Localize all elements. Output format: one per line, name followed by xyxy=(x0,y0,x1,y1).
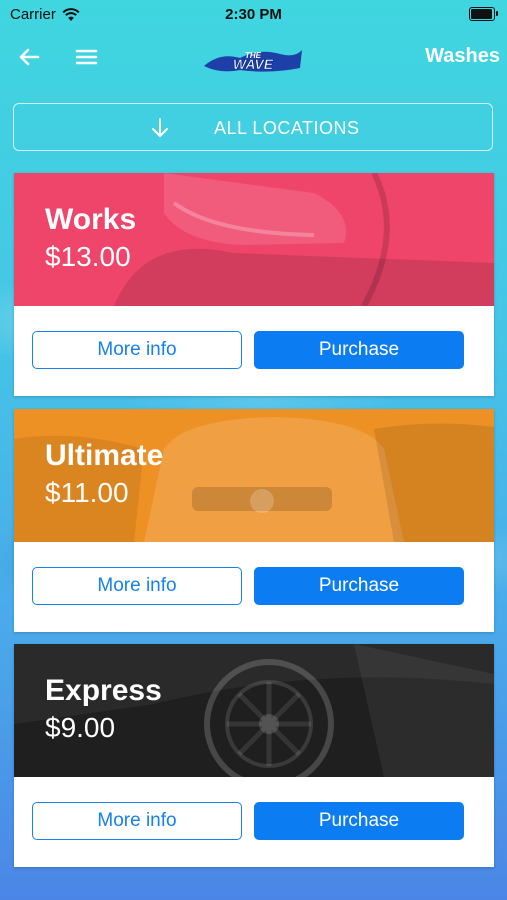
all-locations-label: ALL LOCATIONS xyxy=(214,118,360,138)
wash-price: $9.00 xyxy=(45,712,116,743)
purchase-button[interactable]: Purchase xyxy=(254,567,464,605)
car-photo-overlay xyxy=(14,644,494,777)
wash-card-ultimate: Ultimate $11.00 More info Purchase xyxy=(14,409,494,632)
more-info-button[interactable]: More info xyxy=(32,802,242,840)
the-wave-logo: THE WAVE xyxy=(204,50,302,72)
clock: 2:30 PM xyxy=(225,6,282,23)
wash-price: $11.00 xyxy=(45,477,129,508)
arrow-down-icon xyxy=(152,118,168,137)
battery-icon xyxy=(469,7,498,21)
wash-name: Express xyxy=(45,674,162,707)
all-locations-button[interactable]: ALL LOCATIONS xyxy=(13,103,493,151)
purchase-button[interactable]: Purchase xyxy=(254,331,464,369)
card-hero: Express $9.00 xyxy=(14,644,494,777)
wash-name: Ultimate xyxy=(45,439,164,472)
card-hero: Ultimate $11.00 xyxy=(14,409,494,542)
wash-name: Works xyxy=(45,203,137,236)
svg-text:WAVE: WAVE xyxy=(233,56,274,72)
wash-price: $13.00 xyxy=(45,241,131,272)
car-photo-overlay xyxy=(14,173,494,306)
purchase-button[interactable]: Purchase xyxy=(254,802,464,840)
page-title: Washes xyxy=(425,45,500,67)
more-info-button[interactable]: More info xyxy=(32,331,242,369)
more-info-button[interactable]: More info xyxy=(32,567,242,605)
car-photo-overlay xyxy=(14,409,494,542)
status-bar: Carrier 2:30 PM xyxy=(0,0,507,28)
navigation-bar: THE WAVE Washes xyxy=(0,36,507,80)
back-arrow-icon[interactable] xyxy=(14,42,44,72)
card-hero: Works $13.00 xyxy=(14,173,494,306)
hamburger-menu-icon[interactable] xyxy=(72,42,102,72)
wash-card-works: Works $13.00 More info Purchase xyxy=(14,173,494,396)
wash-card-express: Express $9.00 More info Purchase xyxy=(14,644,494,867)
